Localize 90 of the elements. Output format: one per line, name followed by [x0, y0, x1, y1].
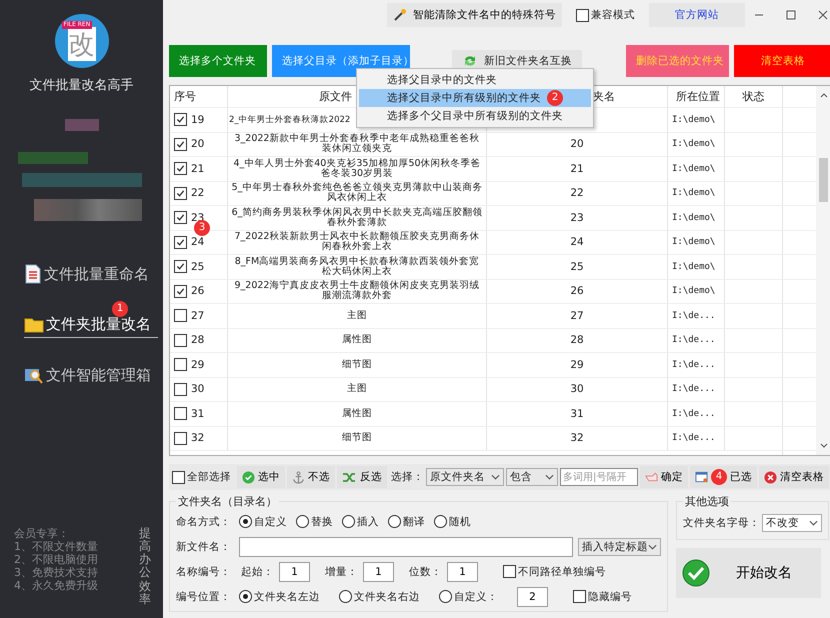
option-label: 文件夹名右边: [354, 590, 420, 604]
field-label: 起始：: [241, 564, 274, 578]
table-cell: 21: [570, 162, 584, 175]
table-cell: 6_简约商务男装秋季休闲风衣男中长款夹克高端压胶翻领春秋外套薄款: [231, 208, 483, 228]
nav-label: 文件智能管理箱: [46, 366, 151, 385]
row-number: 21: [191, 162, 204, 175]
checkbox-label: 兼容模式: [591, 8, 635, 22]
table-cell: I:\de...: [672, 433, 716, 444]
table-cell: 22: [570, 187, 584, 200]
field-label: 文件夹名字母：: [683, 516, 760, 530]
table-cell: 28: [570, 334, 584, 346]
table-cell: 主图: [347, 310, 367, 321]
table-cell: I:\demo\: [672, 139, 716, 150]
table-cell: 2_中年男士外套春秋薄款2022: [229, 114, 350, 125]
table-cell: I:\demo\: [672, 114, 716, 125]
table-cell: 32: [570, 432, 584, 444]
table-cell: I:\de...: [672, 360, 716, 370]
table-cell: 30: [570, 383, 584, 396]
member-benefit: 4、永久免费升级: [14, 578, 98, 592]
table-cell: I:\demo\: [672, 164, 716, 174]
table-cell: 细节图: [342, 433, 372, 444]
row-number: 27: [191, 310, 204, 322]
table-cell: I:\de...: [672, 310, 716, 321]
filter-label: 选择：: [391, 470, 424, 484]
table-cell: 属性图: [342, 408, 372, 419]
table-cell: I:\demo\: [672, 262, 716, 272]
option-label: 插入: [357, 514, 379, 528]
field-label: 新文件名：: [176, 540, 232, 554]
slogan: 提高办公效率: [139, 526, 151, 606]
table-cell: I:\de...: [672, 384, 716, 394]
row-number: 32: [191, 432, 204, 444]
table-cell: 20: [570, 138, 584, 150]
app-title: 文件批量改名高手: [30, 77, 134, 94]
option-label: 自定义: [254, 514, 287, 528]
table-cell: I:\demo\: [672, 286, 716, 296]
row-number: 22: [191, 187, 204, 200]
table-cell: I:\demo\: [672, 237, 716, 248]
table-cell: 27: [570, 310, 584, 322]
member-benefit: 3、免费技术支持: [14, 566, 98, 579]
table-cell: I:\demo\: [672, 212, 716, 223]
row-number: 19: [191, 114, 204, 126]
table-cell: 主图: [347, 384, 367, 394]
table-cell: 5_中年男士春秋外套纯色爸爸立领夹克男薄款中山装商务风衣休闲上衣: [231, 183, 483, 204]
nav-label: 文件批量重命名: [44, 264, 149, 284]
member-benefit: 2、不限电脑使用: [14, 552, 98, 566]
field-label: 编号位置：: [176, 590, 232, 604]
row-number: 24: [191, 236, 204, 248]
field-label: 名称编号：: [176, 564, 232, 578]
member-benefit: 1、不限文件数量: [14, 540, 98, 553]
table-cell: I:\de...: [672, 408, 716, 419]
option-label: 自定义：: [454, 590, 498, 604]
field-label: 位数：: [409, 564, 442, 578]
option-label: 替换: [311, 514, 333, 528]
option-label: 文件夹名左边: [254, 590, 320, 604]
table-cell-text: 8_FM高端男装商务风衣男中长款春秋薄款西装领外套宽松大码休闲上衣: [234, 256, 480, 277]
table-cell: 25: [570, 260, 584, 273]
table-cell-text: 4_中年人男士外套40夹克衫35加棉加厚50休闲秋冬季爸爸冬装30岁男装: [232, 158, 482, 179]
row-number: 28: [191, 334, 204, 346]
step-badge: 2: [547, 90, 563, 106]
table-cell: I:\demo\: [672, 188, 716, 198]
row-number: 25: [191, 260, 204, 273]
step-badge: 1: [112, 301, 128, 317]
row-number: 31: [191, 408, 204, 420]
checkbox-label: 隐藏编号: [588, 590, 632, 604]
row-number: 26: [191, 285, 204, 298]
option-label: 翻译: [403, 514, 425, 528]
step-badge: 3: [194, 220, 210, 236]
table-cell: 属性图: [342, 335, 372, 346]
option-label: 随机: [449, 514, 471, 528]
member-title: 会员专享：: [14, 526, 70, 540]
table-cell: 29: [570, 358, 584, 371]
row-number: 30: [191, 383, 204, 396]
table-cell: I:\de...: [672, 335, 716, 346]
nav-label: 文件夹批量改名: [46, 315, 151, 334]
table-cell: 细节图: [342, 360, 372, 370]
table-cell-text: 7_2022秋装新款男士风衣中长款翻领压胶夹克男商务休闲春秋外套上衣: [234, 232, 480, 252]
step-badge: 4: [711, 469, 727, 485]
table-cell: 24: [570, 236, 584, 248]
group-title: 其他选项: [684, 494, 730, 509]
table-cell: 26: [570, 285, 584, 298]
checkbox-label: 全部选择: [187, 470, 231, 484]
row-number: 20: [191, 138, 204, 150]
table-cell-text: 3_2022新款中年男士外套春秋季中老年成熟稳重爸爸秋装休闲立领夹克: [234, 134, 480, 154]
field-label: 命名方式：: [176, 514, 232, 528]
field-label: 增量：: [325, 564, 358, 578]
table-cell: 23: [570, 212, 584, 224]
table-cell-text: 9_2022海宁真皮皮衣男士牛皮翻领休闲皮夹克男装羽绒服潮流薄款外套: [234, 281, 480, 302]
group-title: 文件夹名（目录名）: [177, 494, 278, 509]
row-number: 29: [191, 358, 204, 371]
table-cell: 31: [570, 408, 584, 420]
